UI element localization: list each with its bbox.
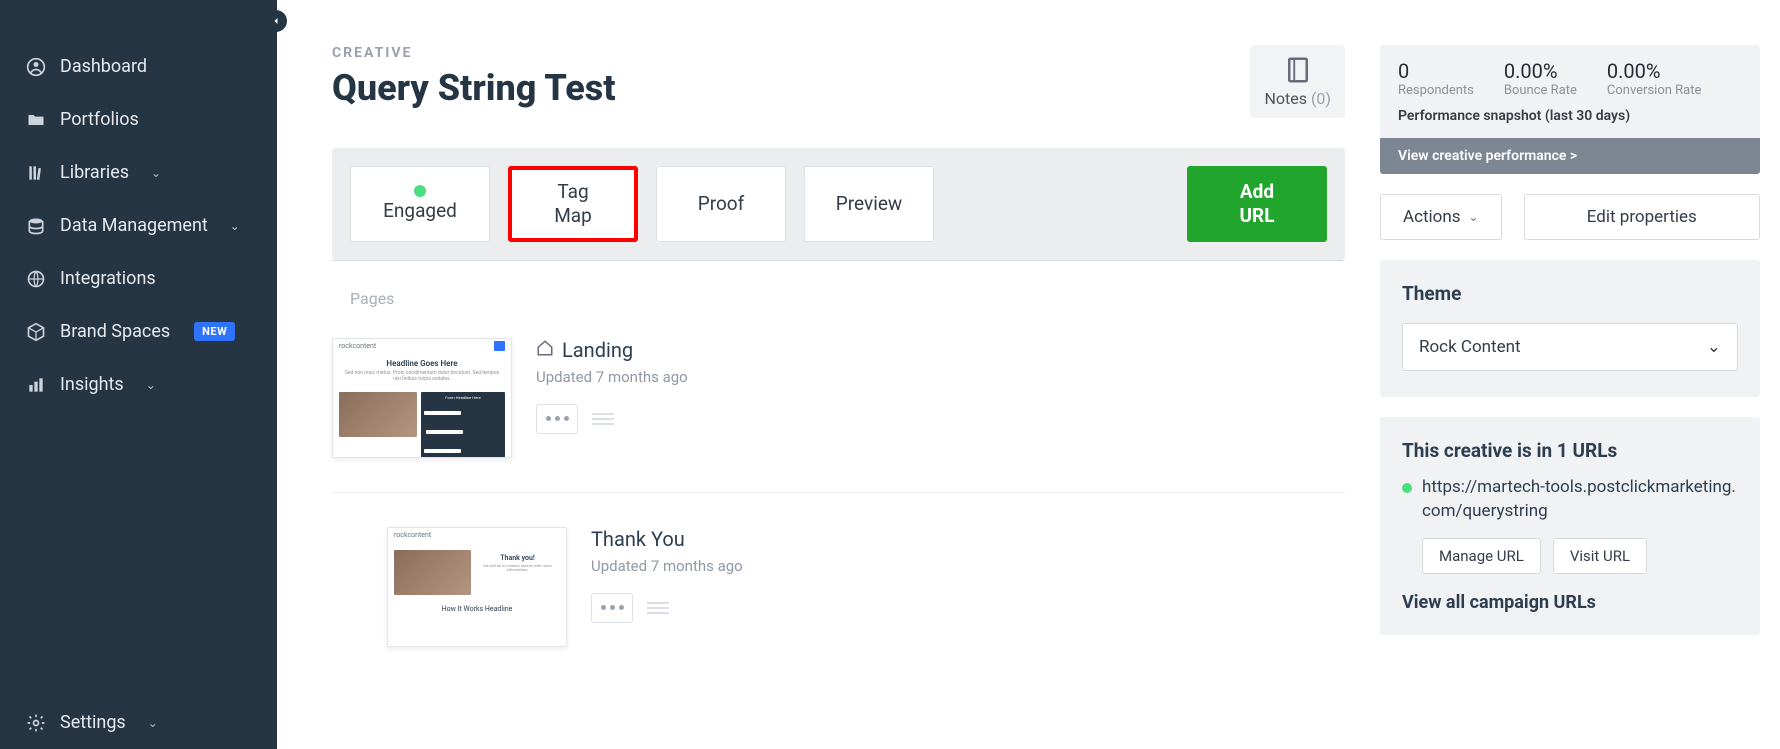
sidebar-item-label: Settings (60, 712, 126, 733)
sidebar-item-label: Libraries (60, 162, 129, 183)
chevron-down-icon: ⌄ (148, 716, 158, 730)
sidebar-item-label: Insights (60, 374, 124, 395)
page-updated: Updated 7 months ago (536, 368, 688, 386)
performance-snapshot-label: Performance snapshot (last 30 days) (1380, 102, 1760, 138)
user-circle-icon (26, 57, 46, 77)
sidebar-item-label: Dashboard (60, 56, 147, 77)
engaged-label: Engaged (383, 199, 457, 223)
database-icon (26, 216, 46, 236)
divider (332, 260, 1345, 261)
metric-bounce-rate: 0.00% Bounce Rate (1504, 59, 1577, 98)
globe-icon (26, 269, 46, 289)
page-name: Thank You (591, 527, 743, 551)
proof-button[interactable]: Proof (656, 166, 786, 242)
new-badge: NEW (194, 322, 235, 341)
page-more-button[interactable] (536, 404, 578, 434)
notes-button[interactable]: Notes (0) (1250, 45, 1345, 118)
sidebar-item-data-management[interactable]: Data Management ⌄ (0, 199, 277, 252)
sidebar-item-settings[interactable]: Settings ⌄ (0, 696, 277, 749)
folder-icon (26, 110, 46, 130)
notes-icon (1264, 55, 1331, 85)
box-icon (26, 322, 46, 342)
home-icon (536, 338, 554, 362)
page-card-thankyou: rockcontent Thank you! We will be in con… (332, 511, 1345, 663)
sidebar-item-insights[interactable]: Insights ⌄ (0, 358, 277, 411)
engaged-status-button[interactable]: Engaged (350, 166, 490, 242)
sidebar-item-portfolios[interactable]: Portfolios (0, 93, 277, 146)
preview-button[interactable]: Preview (804, 166, 934, 242)
drag-handle-icon[interactable] (647, 602, 669, 614)
sidebar-item-label: Brand Spaces (60, 321, 170, 342)
urls-title: This creative is in 1 URLs (1402, 439, 1738, 462)
page-card-landing: rockcontent Headline Goes Here Sed non n… (332, 322, 1345, 474)
sidebar-item-label: Integrations (60, 268, 156, 289)
right-panel: 0 Respondents 0.00% Bounce Rate 0.00% Co… (1380, 0, 1780, 749)
chart-icon (26, 375, 46, 395)
urls-panel: This creative is in 1 URLs https://marte… (1380, 417, 1760, 635)
chevron-down-icon: ⌄ (146, 378, 156, 392)
chevron-down-icon: ⌄ (1469, 210, 1479, 224)
notes-count: (0) (1311, 89, 1331, 108)
page-more-button[interactable] (591, 593, 633, 623)
visit-url-button[interactable]: Visit URL (1553, 538, 1647, 574)
theme-select[interactable]: Rock Content ⌄ (1402, 323, 1738, 371)
chevron-down-icon: ⌄ (230, 219, 240, 233)
sidebar-item-label: Data Management (60, 215, 208, 236)
sidebar-item-label: Portfolios (60, 109, 139, 130)
sidebar-item-libraries[interactable]: Libraries ⌄ (0, 146, 277, 199)
actions-dropdown[interactable]: Actions ⌄ (1380, 194, 1502, 240)
sidebar-item-integrations[interactable]: Integrations (0, 252, 277, 305)
sidebar-item-dashboard[interactable]: Dashboard (0, 40, 277, 93)
sidebar: Dashboard Portfolios Libraries ⌄ Data Ma… (0, 0, 277, 749)
chevron-down-icon: ⌄ (151, 166, 161, 180)
preview-label: Preview (836, 192, 902, 216)
metric-conversion-rate: 0.00% Conversion Rate (1607, 59, 1702, 98)
main-content: CREATIVE Query String Test Notes (0) Eng… (277, 0, 1380, 749)
manage-url-button[interactable]: Manage URL (1422, 538, 1541, 574)
page-thumbnail[interactable]: rockcontent Headline Goes Here Sed non n… (332, 338, 512, 458)
drag-handle-icon[interactable] (592, 413, 614, 425)
page-thumbnail[interactable]: rockcontent Thank you! We will be in con… (387, 527, 567, 647)
status-dot-icon (414, 185, 426, 197)
sidebar-collapse-button[interactable] (265, 10, 287, 32)
divider (332, 492, 1345, 493)
edit-properties-button[interactable]: Edit properties (1524, 194, 1760, 240)
performance-snapshot: 0 Respondents 0.00% Bounce Rate 0.00% Co… (1380, 45, 1760, 174)
chevron-down-icon: ⌄ (1707, 337, 1721, 357)
add-url-label: AddURL (1240, 180, 1275, 228)
theme-title: Theme (1402, 282, 1738, 305)
page-updated: Updated 7 months ago (591, 557, 743, 575)
url-item: https://martech-tools.postclickmarketing… (1402, 476, 1738, 524)
gear-icon (26, 713, 46, 733)
toolbar: Engaged TagMap Proof Preview AddURL (332, 148, 1345, 260)
proof-label: Proof (698, 192, 745, 216)
library-icon (26, 163, 46, 183)
pages-section-label: Pages (350, 289, 1345, 308)
add-url-button[interactable]: AddURL (1187, 166, 1327, 242)
url-text[interactable]: https://martech-tools.postclickmarketing… (1422, 476, 1738, 524)
notes-label: Notes (1264, 89, 1307, 108)
metric-respondents: 0 Respondents (1398, 59, 1474, 98)
tag-map-button[interactable]: TagMap (508, 166, 638, 242)
page-name: Landing (536, 338, 688, 362)
tag-map-label: TagMap (554, 180, 592, 228)
theme-panel: Theme Rock Content ⌄ (1380, 260, 1760, 397)
sidebar-nav: Dashboard Portfolios Libraries ⌄ Data Ma… (0, 0, 277, 696)
page-title: Query String Test (332, 67, 616, 109)
eyebrow: CREATIVE (332, 45, 616, 61)
sidebar-item-brand-spaces[interactable]: Brand Spaces NEW (0, 305, 277, 358)
view-all-urls-link[interactable]: View all campaign URLs (1402, 592, 1738, 613)
status-dot-icon (1402, 483, 1412, 493)
view-performance-link[interactable]: View creative performance > (1380, 138, 1760, 174)
